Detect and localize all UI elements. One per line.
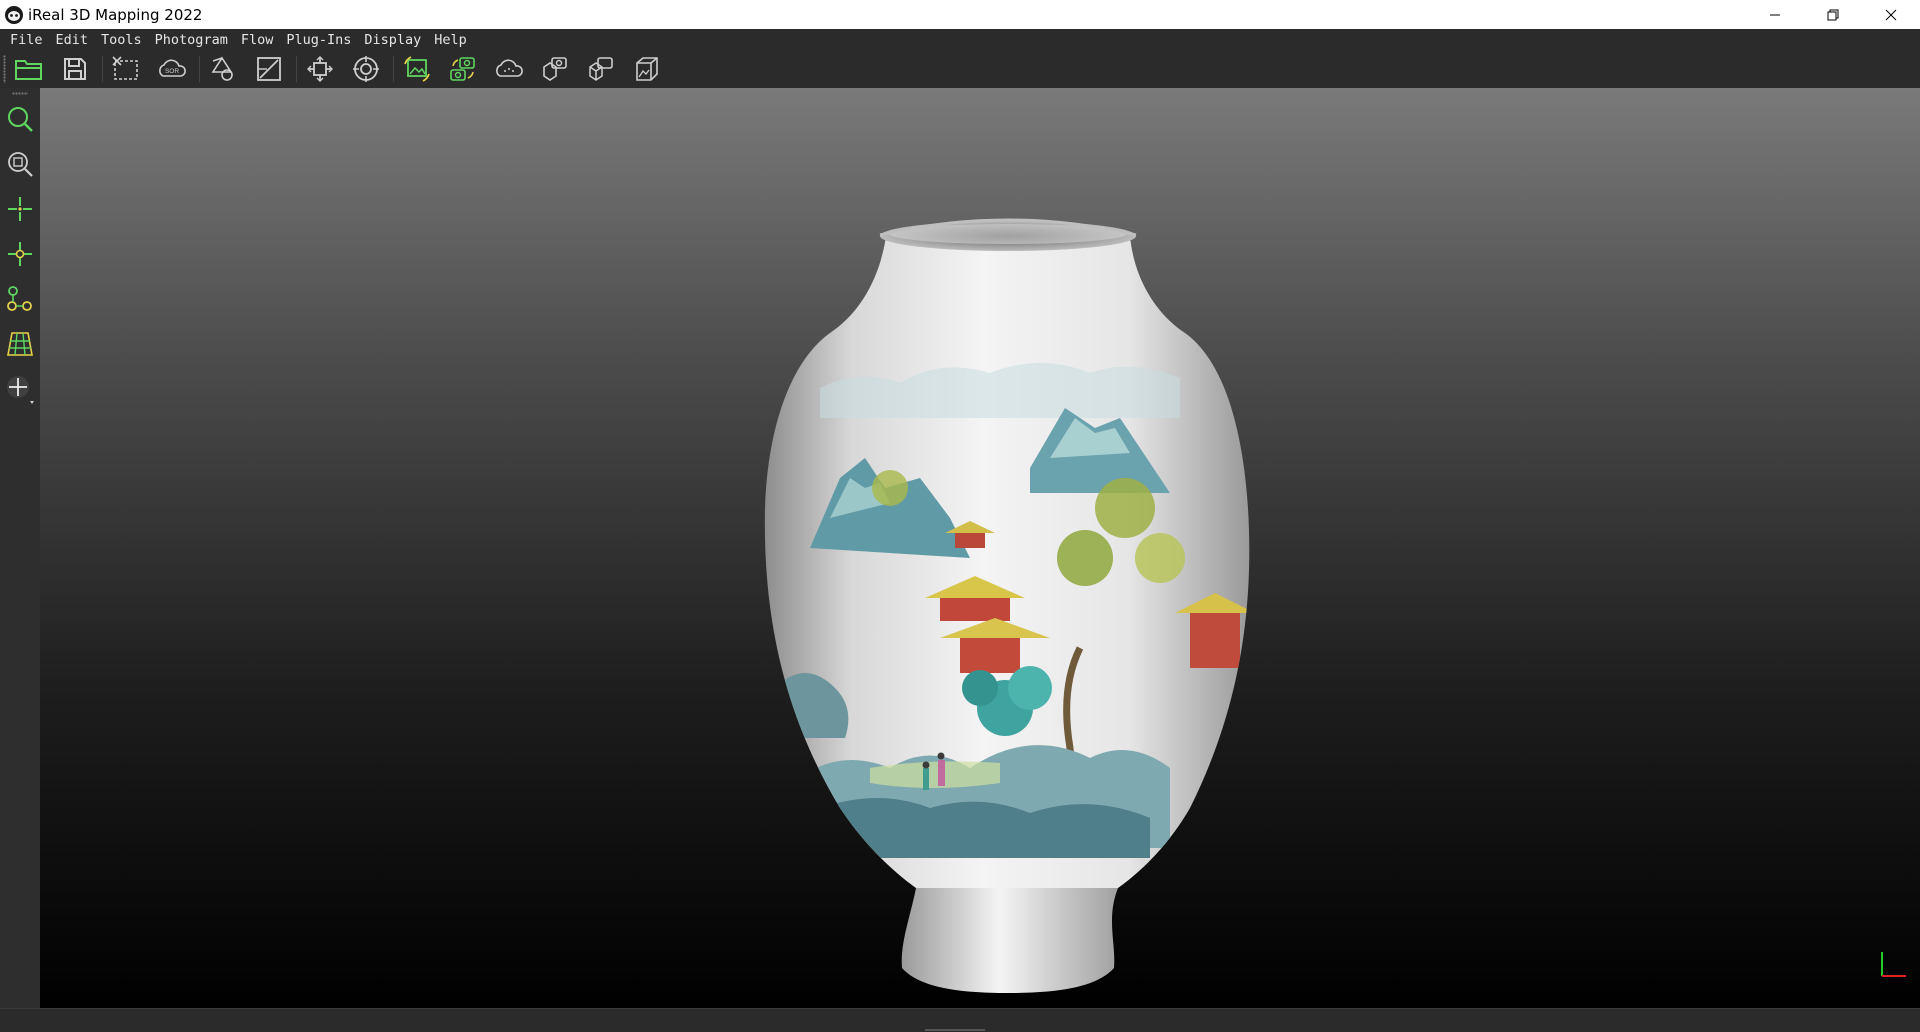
add-point-button[interactable] [3, 192, 37, 226]
move-transform-button[interactable] [301, 52, 339, 86]
measure-tool-icon [211, 56, 233, 81]
move-transform-icon [307, 56, 333, 82]
toolbar-separator [393, 56, 394, 82]
texture-model-icon [636, 57, 658, 81]
menu-tools[interactable]: Tools [101, 32, 142, 48]
minimize-icon [1770, 14, 1780, 15]
photo-align-button[interactable] [398, 52, 436, 86]
menu-display[interactable]: Display [364, 32, 421, 48]
sor-filter-button[interactable]: SOR [153, 52, 191, 86]
sor-cloud-icon: SOR [159, 59, 186, 77]
menu-help[interactable]: Help [434, 32, 467, 48]
toolbar-separator [199, 56, 200, 82]
capture-button[interactable] [536, 52, 574, 86]
capture-icon [543, 57, 567, 81]
node-graph-button[interactable] [3, 282, 37, 316]
point-cloud-icon [496, 59, 523, 77]
measure-tool-button[interactable] [204, 52, 242, 86]
menu-flow[interactable]: Flow [241, 32, 274, 48]
pan-cross-button[interactable] [3, 372, 37, 406]
toolbar-separator [296, 56, 297, 82]
crop-selection-icon [112, 56, 138, 80]
window-title: iReal 3D Mapping 2022 [28, 5, 203, 24]
svg-text:SOR: SOR [165, 68, 179, 75]
left-tool-sidebar [0, 88, 40, 1008]
edit-area-icon [257, 57, 281, 81]
mesh-process-button[interactable] [582, 52, 620, 86]
select-point-button[interactable] [3, 237, 37, 271]
grid-plane-icon [7, 332, 33, 356]
center-target-button[interactable] [347, 52, 385, 86]
open-button[interactable] [10, 52, 48, 86]
camera-sync-button[interactable] [444, 52, 482, 86]
grid-plane-button[interactable] [3, 327, 37, 361]
menu-photogram[interactable]: Photogram [155, 32, 228, 48]
menu-bar: File Edit Tools Photogram Flow Plug-Ins … [0, 29, 1920, 50]
title-bar: iReal 3D Mapping 2022 [0, 0, 1920, 29]
toolbar-separator [102, 56, 103, 82]
texture-model-button[interactable] [628, 52, 666, 86]
save-icon [64, 58, 86, 80]
crop-selection-button[interactable] [107, 52, 145, 86]
select-point-icon [8, 242, 32, 266]
zoom-fit-icon [8, 152, 33, 177]
zoom-button[interactable] [3, 102, 37, 136]
axis-triad-icon [1881, 952, 1906, 977]
pan-cross-icon [7, 376, 34, 404]
restore-button[interactable] [1804, 0, 1862, 29]
photo-align-icon [404, 56, 430, 82]
minimize-button[interactable] [1746, 0, 1804, 29]
mesh-process-icon [589, 57, 613, 81]
edit-area-button[interactable] [250, 52, 288, 86]
status-bar [0, 1008, 1920, 1032]
zoom-icon [8, 107, 33, 132]
add-point-icon [8, 197, 32, 221]
close-icon [1885, 9, 1897, 20]
sidebar-grip[interactable] [12, 92, 28, 95]
point-cloud-button[interactable] [490, 52, 528, 86]
menu-file[interactable]: File [10, 32, 43, 48]
main-toolbar: SOR [0, 50, 1920, 88]
vase-3d-model[interactable] [40, 88, 1920, 1008]
center-target-icon [353, 56, 379, 82]
status-bar-handle[interactable] [925, 1029, 985, 1031]
menu-edit[interactable]: Edit [56, 32, 89, 48]
close-button[interactable] [1862, 0, 1920, 29]
node-graph-icon [7, 286, 32, 311]
restore-icon [1827, 9, 1839, 20]
save-button[interactable] [56, 52, 94, 86]
camera-sync-icon [450, 57, 475, 81]
window-controls [1746, 0, 1920, 29]
3d-viewport[interactable] [40, 88, 1920, 1008]
menu-plug-ins[interactable]: Plug-Ins [286, 32, 351, 48]
open-folder-icon [15, 60, 42, 80]
zoom-fit-button[interactable] [3, 147, 37, 181]
toolbar-grip[interactable] [3, 55, 6, 83]
app-logo-icon [5, 5, 23, 24]
